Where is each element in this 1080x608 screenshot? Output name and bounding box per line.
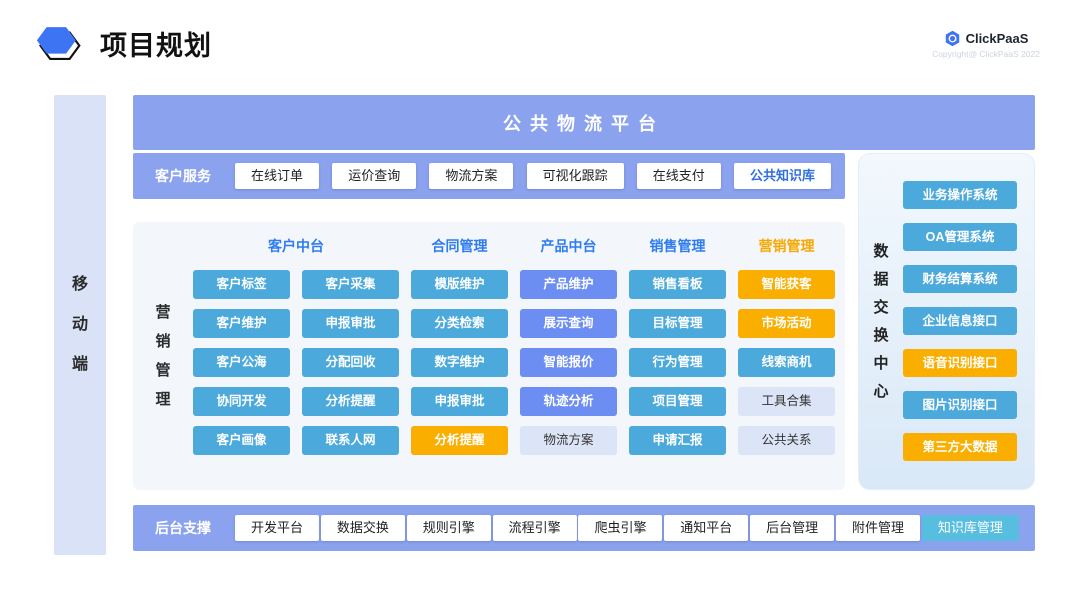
brand-block: ClickPaaS Copyright@ ClickPaaS 2022: [926, 30, 1046, 59]
be-button-crawler-engine[interactable]: 爬虫引擎: [578, 515, 662, 541]
data-exchange-items: 业务操作系统 OA管理系统 财务结算系统 企业信息接口 语音识别接口 图片识别接…: [903, 154, 1034, 489]
matrix-cell[interactable]: 分析提醒: [302, 387, 399, 416]
dx-button-bigdata[interactable]: 第三方大数据: [903, 433, 1017, 461]
matrix-cell[interactable]: 分类检索: [411, 309, 508, 338]
mobile-side-bar-label: 移动端: [70, 265, 90, 385]
customer-service-label: 客户服务: [155, 166, 211, 186]
be-button-kb-mgmt[interactable]: 知识库管理: [922, 515, 1019, 541]
matrix-cell[interactable]: 客户画像: [193, 426, 290, 455]
backend-support-row: 后台支撑 开发平台 数据交换 规则引擎 流程引擎 爬虫引擎 通知平台 后台管理 …: [133, 505, 1035, 551]
matrix-header: 销售管理: [629, 236, 726, 256]
matrix-cell[interactable]: 分析提醒: [411, 426, 508, 455]
be-button-backend-mgmt[interactable]: 后台管理: [750, 515, 834, 541]
matrix-area: 客户中台 合同管理 产品中台 销售管理 营销管理 客户标签 客户采集 模版维护 …: [193, 222, 846, 490]
matrix-cell[interactable]: 目标管理: [629, 309, 726, 338]
matrix-cell[interactable]: 客户采集: [302, 270, 399, 299]
matrix-cell[interactable]: 模版维护: [411, 270, 508, 299]
page-title: 项目规划: [100, 24, 212, 63]
matrix-side-col: 营销管理: [133, 222, 193, 490]
matrix-cell[interactable]: 联系人网: [302, 426, 399, 455]
matrix-cell[interactable]: 轨迹分析: [520, 387, 617, 416]
hexagon-logo-icon: [36, 20, 82, 66]
data-exchange-side-col: 数据交换中心: [859, 154, 903, 489]
matrix-cell[interactable]: 公共关系: [738, 426, 835, 455]
matrix-cell[interactable]: 物流方案: [520, 426, 617, 455]
cs-button-visual-tracking[interactable]: 可视化跟踪: [527, 163, 624, 189]
brand-name: ClickPaaS: [966, 31, 1029, 46]
cs-button-public-kb[interactable]: 公共知识库: [734, 163, 831, 189]
matrix-cell[interactable]: 申请汇报: [629, 426, 726, 455]
matrix-header: 营销管理: [738, 236, 835, 256]
matrix-cell[interactable]: 申报审批: [411, 387, 508, 416]
marketing-matrix: 营销管理 客户中台 合同管理 产品中台 销售管理 营销管理 客户标签 客户采集 …: [133, 222, 845, 490]
matrix-cell[interactable]: 智能获客: [738, 270, 835, 299]
dx-button-oa[interactable]: OA管理系统: [903, 223, 1017, 251]
dx-button-speech-api[interactable]: 语音识别接口: [903, 349, 1017, 377]
matrix-cell[interactable]: 行为管理: [629, 348, 726, 377]
matrix-cell[interactable]: 数字维护: [411, 348, 508, 377]
page-title-block: 项目规划: [36, 20, 212, 66]
dx-button-business-ops[interactable]: 业务操作系统: [903, 181, 1017, 209]
matrix-header: 客户中台: [193, 236, 399, 256]
matrix-cell[interactable]: 项目管理: [629, 387, 726, 416]
be-button-notify-platform[interactable]: 通知平台: [664, 515, 748, 541]
matrix-cell[interactable]: 销售看板: [629, 270, 726, 299]
matrix-header-row: 客户中台 合同管理 产品中台 销售管理 营销管理: [193, 236, 835, 256]
be-button-flow-engine[interactable]: 流程引擎: [493, 515, 577, 541]
mobile-side-bar: 移动端: [54, 95, 106, 555]
clickpaas-logo-icon: [944, 30, 961, 47]
matrix-cell[interactable]: 产品维护: [520, 270, 617, 299]
be-button-data-exchange[interactable]: 数据交换: [321, 515, 405, 541]
dx-button-image-api[interactable]: 图片识别接口: [903, 391, 1017, 419]
matrix-cell[interactable]: 客户公海: [193, 348, 290, 377]
be-button-dev-platform[interactable]: 开发平台: [235, 515, 319, 541]
page: 项目规划 ClickPaaS Copyright@ ClickPaaS 2022…: [0, 0, 1080, 608]
cs-button-online-order[interactable]: 在线订单: [235, 163, 319, 189]
backend-support-label: 后台支撑: [155, 518, 211, 538]
dx-button-finance[interactable]: 财务结算系统: [903, 265, 1017, 293]
matrix-cell[interactable]: 市场活动: [738, 309, 835, 338]
matrix-side-label: 营销管理: [153, 298, 173, 414]
data-exchange-panel: 数据交换中心 业务操作系统 OA管理系统 财务结算系统 企业信息接口 语音识别接…: [858, 153, 1035, 490]
backend-items: 开发平台 数据交换 规则引擎 流程引擎 爬虫引擎 通知平台 后台管理 附件管理 …: [235, 515, 1019, 541]
cs-button-logistics-plan[interactable]: 物流方案: [429, 163, 513, 189]
matrix-cell[interactable]: 客户标签: [193, 270, 290, 299]
matrix-cell[interactable]: 申报审批: [302, 309, 399, 338]
matrix-header: 合同管理: [411, 236, 508, 256]
matrix-cell[interactable]: 客户维护: [193, 309, 290, 338]
matrix-body: 客户标签 客户采集 模版维护 产品维护 销售看板 智能获客 客户维护 申报审批 …: [193, 270, 835, 455]
brand-copyright: Copyright@ ClickPaaS 2022: [926, 49, 1046, 59]
dx-button-enterprise-info[interactable]: 企业信息接口: [903, 307, 1017, 335]
cs-button-online-payment[interactable]: 在线支付: [637, 163, 721, 189]
be-button-attachment-mgmt[interactable]: 附件管理: [836, 515, 920, 541]
customer-service-row: 客户服务 在线订单 运价查询 物流方案 可视化跟踪 在线支付 公共知识库: [133, 153, 845, 199]
be-button-rule-engine[interactable]: 规则引擎: [407, 515, 491, 541]
platform-banner: 公共物流平台: [133, 95, 1035, 150]
customer-service-items: 在线订单 运价查询 物流方案 可视化跟踪 在线支付 公共知识库: [235, 163, 831, 189]
matrix-cell[interactable]: 线索商机: [738, 348, 835, 377]
matrix-cell[interactable]: 智能报价: [520, 348, 617, 377]
matrix-cell[interactable]: 分配回收: [302, 348, 399, 377]
matrix-cell[interactable]: 协同开发: [193, 387, 290, 416]
matrix-cell[interactable]: 工具合集: [738, 387, 835, 416]
cs-button-freight-query[interactable]: 运价查询: [332, 163, 416, 189]
data-exchange-label: 数据交换中心: [871, 238, 891, 406]
matrix-header: 产品中台: [520, 236, 617, 256]
matrix-cell[interactable]: 展示查询: [520, 309, 617, 338]
